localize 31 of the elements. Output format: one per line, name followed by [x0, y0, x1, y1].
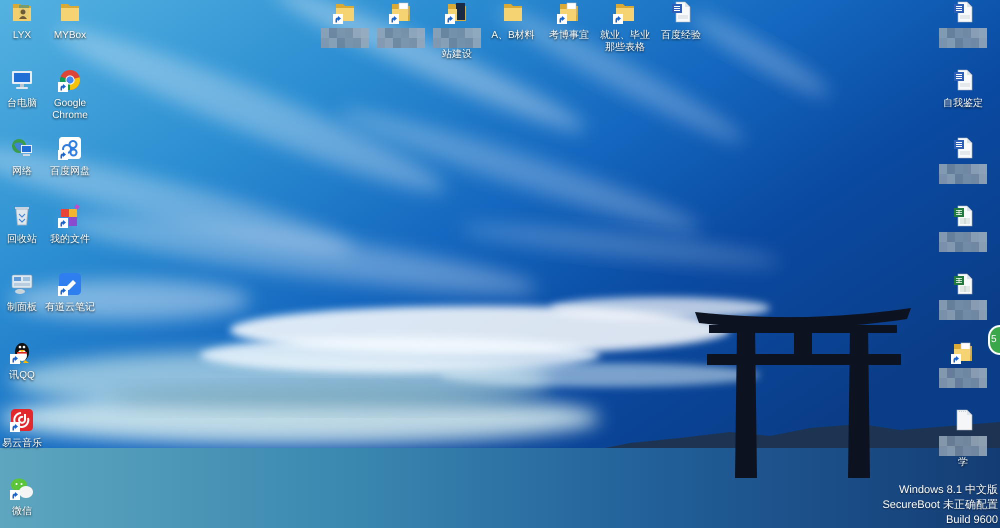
desktop-icon-label[interactable]: 百度网盘 [50, 166, 90, 178]
desktop-icon-label[interactable]: 微信 [12, 506, 32, 518]
desktop-icon-label[interactable]: 自我鉴定 [943, 98, 983, 110]
system-watermark-text: SecureBoot 未正确配置 [882, 498, 998, 513]
desktop-icon-label[interactable]: MYBox [54, 30, 86, 42]
control-panel-icon[interactable] [10, 272, 34, 296]
spreadsheet-icon[interactable] [951, 204, 975, 228]
desktop-icon-label[interactable]: Google Chrome [44, 98, 96, 122]
desktop-icon-label[interactable]: 我的文件 [50, 234, 90, 246]
desktop-icon-label[interactable]: 回收站 [7, 234, 37, 246]
desktop-icon-label[interactable]: 网络 [12, 166, 32, 178]
document-icon[interactable] [951, 68, 975, 92]
desktop-icon-label[interactable]: 讯QQ [9, 370, 35, 382]
desktop-icon-label[interactable]: 就业、毕业那些表格 [597, 30, 653, 54]
monitor-icon[interactable] [10, 68, 34, 92]
desktop-icon-label[interactable]: 制面板 [7, 302, 37, 314]
desktop-icon-label[interactable]: LYX [12, 30, 32, 42]
spreadsheet-icon[interactable] [951, 272, 975, 296]
system-watermark-text: Windows 8.1 中文版 [898, 483, 998, 498]
document-icon[interactable] [951, 0, 975, 24]
document-icon[interactable] [951, 136, 975, 160]
desktop-icon-label[interactable]: 百度经验 [661, 30, 701, 42]
desktop-icon-label[interactable]: 站建设 [442, 49, 472, 61]
desktop-icon-label[interactable]: 学 [958, 457, 968, 469]
desktop-icon-label[interactable]: 考博事宜 [549, 30, 589, 42]
desktop-icon-label[interactable]: 易云音乐 [2, 438, 42, 450]
system-watermark-text: Build 9600 [946, 513, 998, 528]
document-icon[interactable] [669, 0, 693, 24]
desktop-icon-label[interactable]: A、B材料 [491, 30, 535, 42]
desktop-icon-label[interactable]: 有道云笔记 [45, 302, 95, 314]
desktop-icon-label[interactable]: 台电脑 [7, 98, 37, 110]
